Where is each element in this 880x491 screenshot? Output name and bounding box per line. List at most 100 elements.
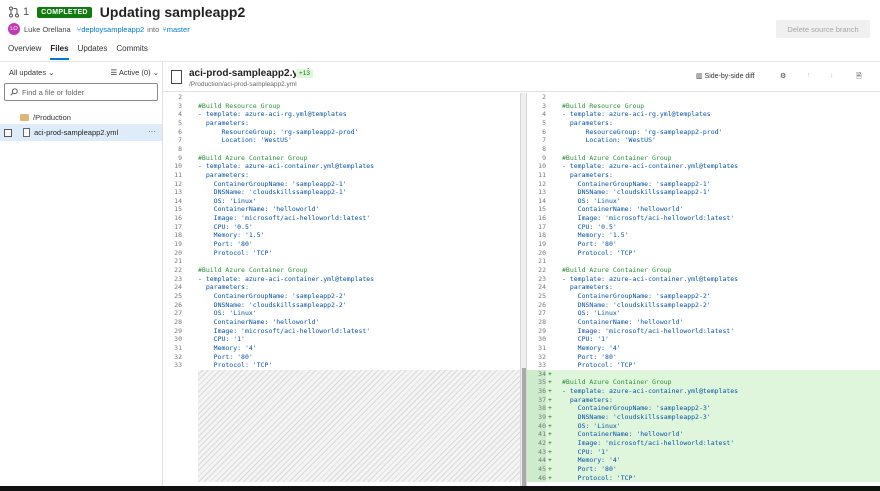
code-text: Location: 'WestUS' (198, 136, 292, 145)
diff-line: 18 Memory: '1.5' (527, 231, 880, 240)
diff-pane-original: 2 3 #Build Resource Group 4 - template: azur… (163, 93, 520, 486)
code-text: Memory: '4' (562, 456, 621, 465)
line-number: 33 (174, 361, 182, 370)
code-text: parameters: (562, 283, 613, 292)
line-number: 28 (538, 317, 546, 326)
line-number: 9 (542, 153, 546, 162)
line-number: 23 (538, 274, 546, 283)
diff-line: 23 - template: azure-aci-container.yml@te… (527, 275, 880, 284)
diff-line: 13 DNSName: 'cloudskillssampleapp2-1' (163, 188, 520, 197)
diff-header: aci-prod-sampleapp2.yml +13 /Production/… (163, 62, 880, 92)
code-text: DNSName: 'cloudskillssampleapp2-3' (562, 413, 711, 422)
code-text: ContainerName: 'helloworld' (198, 317, 320, 326)
search-placeholder: Find a file or folder (22, 87, 85, 97)
line-number: 12 (538, 179, 546, 188)
gear-icon[interactable]: ⚙ (780, 72, 786, 80)
diff-line: 46 + Protocol: 'TCP' (527, 473, 880, 483)
code-text: #Build Azure Container Group (198, 153, 308, 162)
diff-line: 18 Memory: '1.5' (163, 231, 520, 240)
diff-scrollbar[interactable] (520, 93, 527, 486)
file-icon (23, 128, 30, 137)
source-branch-link[interactable]: ⑂deploysampleapp2 (77, 25, 144, 34)
diff-line: 10 - template: azure-aci-container.yml@te… (163, 162, 520, 171)
side-by-side-toggle[interactable]: ▥ Side-by-side diff (696, 72, 755, 80)
added-marker: + (548, 439, 552, 447)
line-number: 10 (174, 162, 182, 171)
diff-line: 29 Image: 'microsoft/aci-helloworld:late… (163, 327, 520, 336)
diff-line: 33 Protocol: 'TCP' (163, 361, 520, 370)
diff-line: 27 OS: 'Linux' (527, 309, 880, 318)
file-checkbox[interactable] (4, 128, 12, 137)
code-text: #Build Azure Container Group (562, 266, 672, 274)
code-text: Protocol: 'TCP' (562, 473, 637, 482)
line-number: 19 (174, 240, 182, 249)
tab-files[interactable]: Files (50, 44, 69, 60)
diff-line: 16 Image: 'microsoft/aci-helloworld:late… (527, 214, 880, 223)
line-number: 6 (178, 127, 182, 136)
active-filter-dropdown[interactable]: ☰ Active (0) ⌄ (111, 68, 159, 77)
more-actions-button[interactable]: ··· (148, 127, 156, 136)
diff-line: 6 ResourceGroup: 'rg-sampleapp2-prod' (163, 128, 520, 137)
line-number: 7 (542, 136, 546, 145)
diff-file-path: /Production/aci-prod-sampleapp2.yml (189, 81, 297, 88)
code-text: #Build Resource Group (198, 101, 281, 110)
code-text: Memory: '4' (562, 343, 621, 352)
diff-line: 22 #Build Azure Container Group (527, 266, 880, 275)
line-number: 28 (174, 317, 182, 326)
filter-row: All updates ⌄ ☰ Active (0) ⌄ (9, 68, 159, 77)
diff-line: 8 (163, 145, 520, 154)
target-branch-link[interactable]: ⑂master (162, 25, 189, 34)
diff-line: 12 ContainerGroupName: 'sampleapp2-1' (163, 180, 520, 189)
file-item-selected[interactable]: aci-prod-sampleapp2.yml ··· (0, 124, 162, 141)
line-number: 43 (527, 447, 546, 457)
line-number: 18 (538, 231, 546, 240)
notes-icon[interactable]: 🗎 (856, 72, 862, 83)
line-number: 9 (178, 153, 182, 162)
code-text: Location: 'WestUS' (562, 136, 656, 145)
diff-line: 14 OS: 'Linux' (527, 197, 880, 206)
diff-line: 31 Memory: '4' (163, 344, 520, 353)
delete-source-branch-button[interactable]: Delete source branch (776, 20, 870, 38)
folder-item[interactable]: /Production (20, 111, 71, 123)
diff-line: 39 + DNSName: 'cloudskillssampleapp2-3' (527, 413, 880, 422)
code-text: parameters: (562, 118, 613, 127)
code-text: OS: 'Linux' (198, 309, 257, 318)
line-number: 13 (538, 188, 546, 197)
line-number: 25 (538, 291, 546, 300)
arrow-up-icon[interactable]: ↑ (807, 72, 811, 79)
code-text: ContainerGroupName: 'sampleapp2-3' (562, 404, 711, 413)
tab-updates[interactable]: Updates (78, 44, 108, 58)
view-mode-label: Side-by-side diff (704, 73, 755, 80)
updates-filter-label: All updates (9, 68, 47, 77)
added-marker: + (548, 413, 552, 422)
author-name[interactable]: Luke Orellana (24, 25, 71, 34)
diff-line: 24 parameters: (163, 283, 520, 292)
line-number: 30 (174, 335, 182, 344)
diff-line: 4 - template: azure-aci-rg.yml@templates (163, 110, 520, 119)
arrow-down-icon[interactable]: ↓ (830, 72, 834, 79)
tab-commits[interactable]: Commits (116, 44, 148, 58)
file-search-box[interactable]: Find a file or folder (4, 83, 158, 101)
line-number: 5 (178, 118, 182, 127)
code-text: Image: 'microsoft/aci-helloworld:latest' (198, 214, 371, 223)
diff-line: 5 parameters: (527, 119, 880, 128)
line-number: 19 (538, 240, 546, 249)
diff-line: 28 ContainerName: 'helloworld' (527, 318, 880, 327)
line-number: 15 (538, 205, 546, 214)
code-text: #Build Azure Container Group (562, 378, 672, 387)
code-text: Memory: '4' (198, 343, 257, 352)
diff-line: 24 parameters: (527, 283, 880, 292)
line-number: 15 (174, 205, 182, 214)
diff-line: 29 Image: 'microsoft/aci-helloworld:late… (527, 327, 880, 336)
code-text: Image: 'microsoft/aci-helloworld:latest' (562, 326, 735, 335)
diff-line: 25 ContainerGroupName: 'sampleapp2-2' (163, 292, 520, 301)
code-text: DNSName: 'cloudskillssampleapp2-2' (198, 300, 347, 309)
code-text: - template: azure-aci-rg.yml@templates (562, 110, 711, 119)
tab-overview[interactable]: Overview (8, 44, 41, 58)
updates-filter-dropdown[interactable]: All updates ⌄ (9, 68, 55, 77)
line-number: 4 (178, 110, 182, 119)
status-badge: COMPLETED (37, 6, 92, 18)
code-text: DNSName: 'cloudskillssampleapp2-1' (198, 188, 347, 197)
code-text: Image: 'microsoft/aci-helloworld:latest' (562, 439, 735, 447)
code-text: ResourceGroup: 'rg-sampleapp2-prod' (198, 127, 359, 136)
